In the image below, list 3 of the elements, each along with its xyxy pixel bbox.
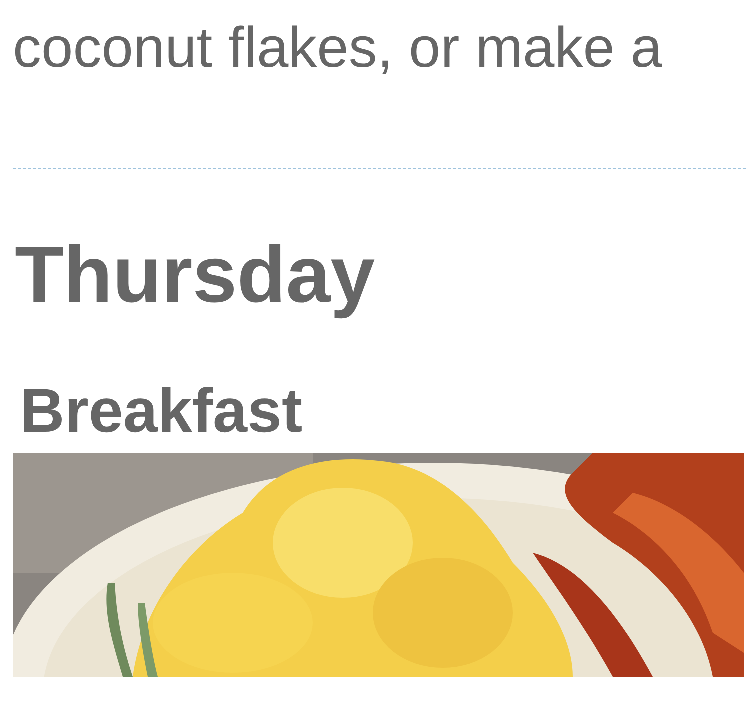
paragraph-text: coconut flakes, or make a	[13, 15, 664, 82]
day-heading: Thursday	[15, 229, 376, 321]
meal-heading: Breakfast	[20, 376, 304, 448]
